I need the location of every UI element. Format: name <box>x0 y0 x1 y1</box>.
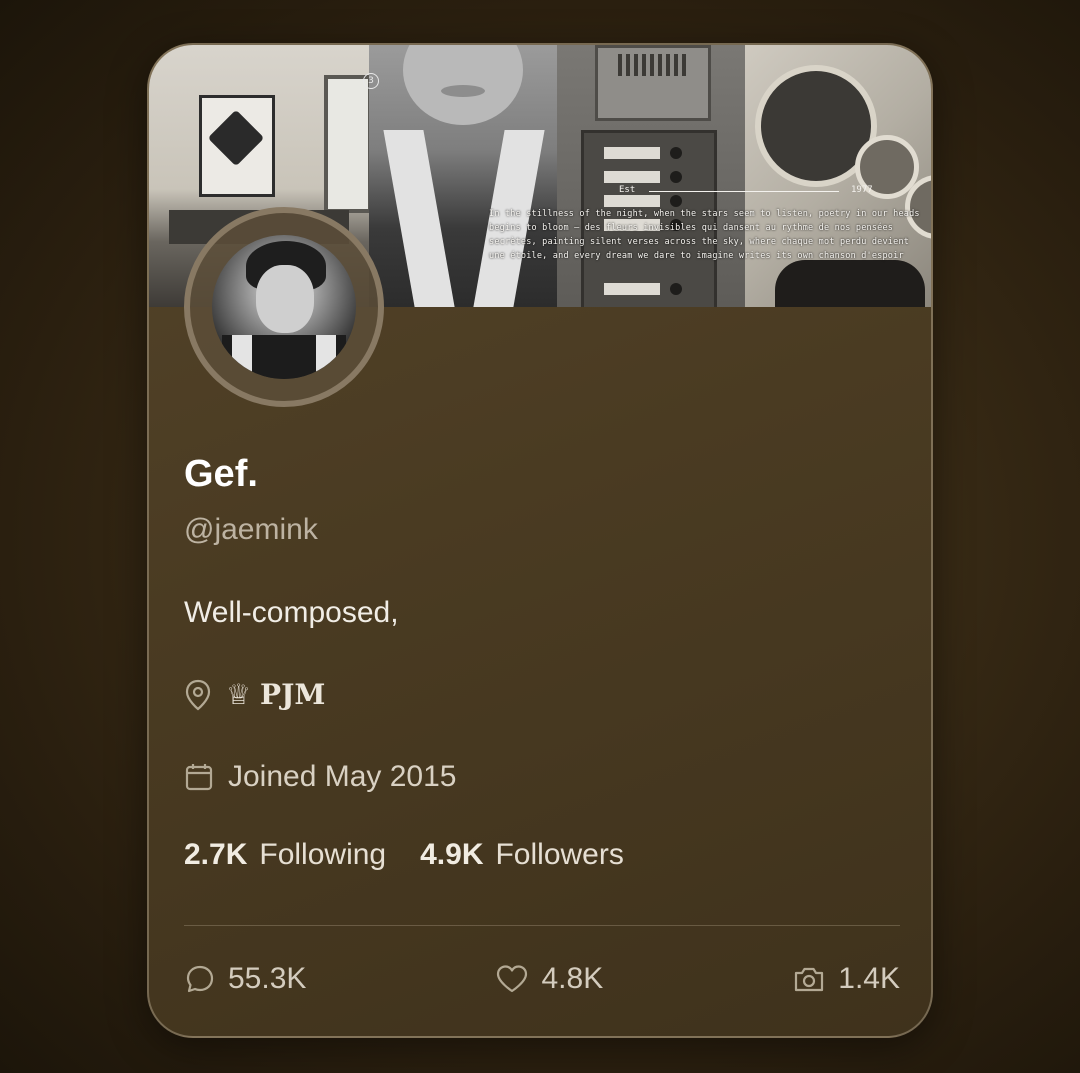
heart-icon <box>497 965 528 993</box>
follow-stats: 2.7K Following 4.9K Followers <box>184 838 658 872</box>
like-button[interactable]: 4.8K <box>495 962 603 996</box>
photo-button[interactable]: 1.4K <box>792 962 900 996</box>
calendar-icon <box>185 764 213 791</box>
profile-joined: Joined May 2015 <box>184 760 457 794</box>
like-count: 4.8K <box>541 962 604 995</box>
location-text: ♕ PJM <box>226 678 325 711</box>
avatar-ring[interactable] <box>184 207 384 407</box>
banner-timeline-line <box>649 191 839 192</box>
photo-count: 1.4K <box>838 962 900 995</box>
following-count: 2.7K <box>184 838 248 871</box>
followers-label: Followers <box>495 838 624 871</box>
followers-stat[interactable]: 4.9K Followers <box>420 838 624 872</box>
action-bar: 55.3K 4.8K 1.4K <box>184 962 900 996</box>
info-icon: 3 <box>363 73 379 89</box>
banner-est-label: Est <box>619 185 636 195</box>
joined-date: Joined May 2015 <box>228 760 457 793</box>
map-pin-icon <box>185 679 211 710</box>
banner-poetry-text: In the stillness of the night, when the … <box>489 209 920 261</box>
profile-card: 3 Est 1977 In the stillness of the night… <box>147 43 933 1038</box>
followers-count: 4.9K <box>420 838 484 871</box>
banner-year: 1977 <box>851 185 873 195</box>
window <box>324 75 369 213</box>
crown-symbol: ♕ <box>226 678 252 711</box>
camera-icon <box>795 967 824 992</box>
following-label: Following <box>259 838 387 871</box>
divider <box>184 925 900 926</box>
profile-handle[interactable]: @jaemink <box>184 513 318 547</box>
banner-panel-intercom <box>557 45 745 307</box>
location-value: PJM <box>260 678 326 711</box>
following-stat[interactable]: 2.7K Following <box>184 838 386 872</box>
profile-name: Gef. <box>184 453 258 495</box>
banner-panel-turntable <box>745 45 931 307</box>
profile-location: ♕ PJM <box>184 678 325 711</box>
comment-button[interactable]: 55.3K <box>184 962 306 996</box>
avatar[interactable] <box>212 235 356 379</box>
wall-poster <box>199 95 275 197</box>
comment-count: 55.3K <box>228 962 307 995</box>
speech-bubble-icon <box>186 965 214 993</box>
profile-bio: Well-composed, <box>184 596 399 629</box>
banner-panel-portrait <box>369 45 557 307</box>
